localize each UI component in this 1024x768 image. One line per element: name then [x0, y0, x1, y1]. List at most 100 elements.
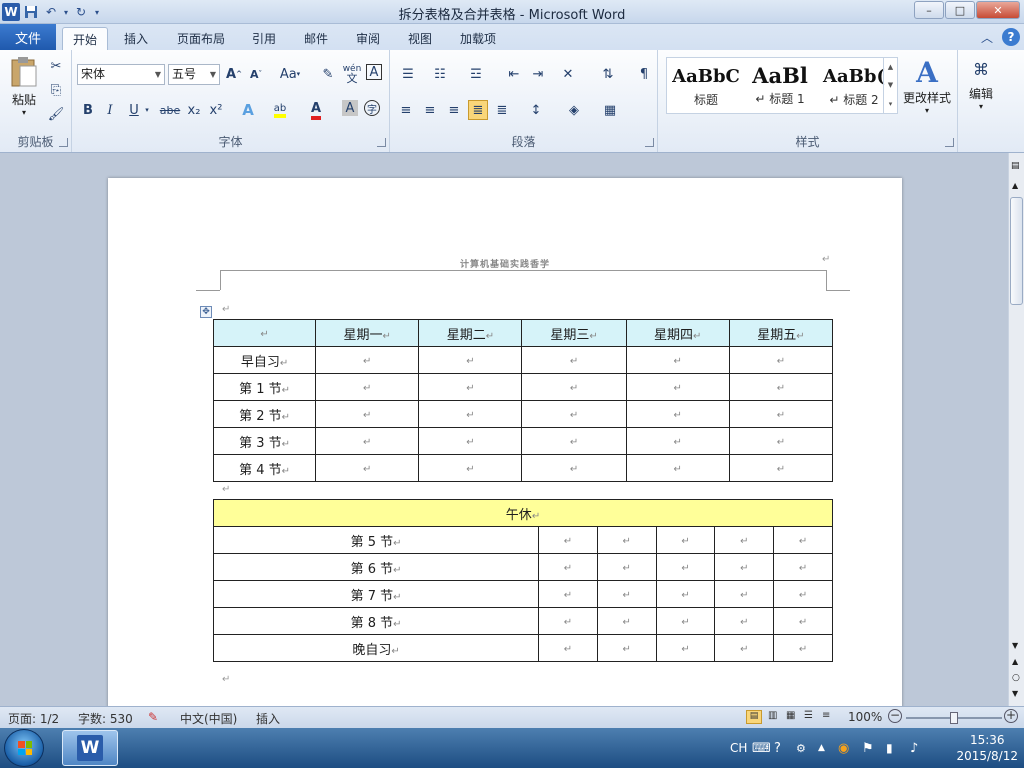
zoom-out-icon[interactable]: −	[888, 709, 902, 723]
table-cell[interactable]: ↵	[315, 454, 420, 482]
sort-icon[interactable]: ⇅	[598, 64, 618, 84]
style-heading-2[interactable]: AaBb( ↵ 标题 2	[817, 58, 891, 113]
table-cell[interactable]: ↵	[655, 580, 716, 608]
align-center-icon[interactable]: ≡	[420, 100, 440, 120]
period-label-cell[interactable]: 第 1 节↵	[212, 373, 317, 401]
start-button[interactable]	[4, 729, 44, 767]
table-cell[interactable]: ↵	[538, 553, 598, 581]
word-count[interactable]: 字数: 530	[78, 710, 133, 727]
enclose-characters-icon[interactable]: 字	[364, 100, 380, 116]
period-label-cell[interactable]: 第 2 节↵	[212, 400, 317, 428]
table-header-cell[interactable]: 星期一↵	[315, 319, 420, 347]
paste-button[interactable]: 粘贴 ▾	[6, 56, 42, 126]
style-title[interactable]: AaBbC 标题	[669, 58, 743, 113]
table-cell[interactable]: ↵	[773, 526, 833, 554]
table-cell[interactable]: ↵	[773, 580, 833, 608]
underline-button[interactable]: U	[124, 100, 144, 120]
clear-formatting-icon[interactable]: ✎	[318, 64, 338, 84]
copy-icon[interactable]: ⎘	[46, 80, 66, 100]
scroll-thumb[interactable]	[1010, 197, 1023, 305]
bold-button[interactable]: B	[78, 100, 98, 120]
taskbar-word-button[interactable]: W	[62, 730, 118, 766]
phonetic-guide-icon[interactable]: wén 文	[342, 64, 362, 85]
keyboard-icon[interactable]: ⌨	[752, 728, 771, 768]
zoom-level[interactable]: 100%	[848, 710, 882, 724]
document-page[interactable]: 计算机基础实践香学 ↵ ✥ ↵ ↵ 星期一↵ 星期二↵ 星期三↵ 星期四↵ 星期五↵ 早自习…	[108, 178, 902, 706]
table-cell[interactable]: ↵	[655, 553, 716, 581]
period-label-cell[interactable]: 第 7 节↵	[212, 580, 540, 608]
underline-dropdown-icon[interactable]: ▾	[142, 100, 152, 120]
period-label-cell[interactable]: 第 3 节↵	[212, 427, 317, 455]
table-cell[interactable]: ↵	[596, 607, 657, 635]
system-clock[interactable]: 15:36 2015/8/12	[956, 732, 1018, 764]
period-label-cell[interactable]: 第 6 节↵	[212, 553, 540, 581]
table-cell[interactable]: ↵	[538, 634, 598, 662]
table-cell[interactable]: ↵	[728, 373, 834, 401]
change-case-icon[interactable]: Aa ▾	[276, 64, 304, 84]
format-painter-icon[interactable]: 🖌	[46, 104, 66, 124]
cut-icon[interactable]: ✂	[46, 56, 66, 76]
borders-icon[interactable]: ▦	[600, 100, 620, 120]
table-cell[interactable]: ↵	[315, 400, 420, 428]
tab-view[interactable]: 视图	[400, 27, 440, 50]
print-layout-icon[interactable]: ▤	[746, 710, 762, 724]
show-hidden-icons-icon[interactable]: ▲	[818, 728, 825, 768]
text-effects-icon[interactable]: A	[238, 100, 258, 120]
table-cell[interactable]: ↵	[625, 373, 730, 401]
distributed-icon[interactable]: ≣	[492, 100, 512, 120]
styles-scroll[interactable]: ▲ ▼ ▾	[883, 58, 897, 113]
flag-icon[interactable]: ⚑	[862, 728, 874, 768]
table-cell[interactable]: ↵	[418, 454, 523, 482]
antivirus-icon[interactable]: ◉	[838, 728, 849, 768]
font-size-combo[interactable]: 五号 ▼	[168, 64, 220, 85]
tab-addins[interactable]: 加载项	[452, 27, 504, 50]
table-cell[interactable]: ↵	[538, 580, 598, 608]
tab-references[interactable]: 引用	[244, 27, 284, 50]
period-label-cell[interactable]: 第 4 节↵	[212, 454, 317, 482]
ruler-toggle-icon[interactable]: ▤	[1011, 161, 1020, 171]
tab-review[interactable]: 审阅	[348, 27, 388, 50]
numbering-icon[interactable]: ☷	[430, 64, 450, 84]
table-cell[interactable]: ↵	[315, 346, 420, 374]
change-styles-button[interactable]: A 更改样式 ▾	[900, 56, 954, 126]
show-formatting-marks-icon[interactable]: ¶	[634, 64, 654, 84]
table-cell[interactable]: ↵	[728, 346, 834, 374]
tab-insert[interactable]: 插入	[114, 27, 158, 50]
table-cell[interactable]: ↵	[728, 427, 834, 455]
scroll-up-icon[interactable]: ▲	[1012, 181, 1018, 190]
outline-icon[interactable]: ☰	[804, 710, 813, 721]
table-header-cell[interactable]: 星期三↵	[521, 319, 627, 347]
ime-indicator[interactable]: CH	[730, 728, 747, 768]
strikethrough-button[interactable]: abe	[158, 100, 182, 120]
table-cell[interactable]: ↵	[714, 553, 775, 581]
table-cell[interactable]: ↵	[418, 427, 523, 455]
superscript-button[interactable]: x²	[206, 100, 226, 120]
table-cell[interactable]: ↵	[521, 427, 627, 455]
character-border-icon[interactable]: A	[366, 64, 382, 80]
table-cell[interactable]: ↵	[655, 634, 716, 662]
help-icon[interactable]: ?	[1002, 28, 1020, 46]
style-heading-1[interactable]: AaBl ↵ 标题 1	[743, 58, 817, 113]
maximize-button[interactable]: □	[945, 1, 975, 19]
close-button[interactable]: ✕	[976, 1, 1020, 19]
paragraph-launcher-icon[interactable]	[645, 138, 654, 147]
character-shading-icon[interactable]: A	[342, 100, 358, 116]
previous-page-icon[interactable]: ▲	[1012, 657, 1018, 666]
table-cell[interactable]: ↵	[521, 454, 627, 482]
tab-home[interactable]: 开始	[62, 27, 108, 50]
tab-mailings[interactable]: 邮件	[296, 27, 336, 50]
period-label-cell[interactable]: 第 5 节↵	[212, 526, 540, 554]
help-tray-icon[interactable]: ?	[774, 728, 781, 768]
insert-mode-indicator[interactable]: 插入	[256, 710, 280, 727]
justify-icon[interactable]: ≣	[468, 100, 488, 120]
schedule-table-bottom[interactable]: 午休↵ 第 5 节↵ ↵ ↵ ↵ ↵ ↵ 第 6 节↵ ↵ ↵ ↵ ↵ ↵ 第 7 节↵ ↵ ↵ ↵ ↵ ↵ 第 8 …	[212, 499, 833, 662]
table-cell[interactable]: ↵	[714, 580, 775, 608]
next-page-icon[interactable]: ▼	[1012, 689, 1018, 698]
zoom-slider-thumb[interactable]	[950, 712, 958, 724]
table-cell[interactable]: ↵	[625, 427, 730, 455]
page-count[interactable]: 页面: 1/2	[8, 710, 59, 727]
grow-font-icon[interactable]: A ^	[224, 64, 244, 84]
proofing-icon[interactable]: ✎	[148, 710, 158, 724]
table-cell[interactable]: ↵	[714, 634, 775, 662]
table-cell[interactable]: ↵	[625, 454, 730, 482]
